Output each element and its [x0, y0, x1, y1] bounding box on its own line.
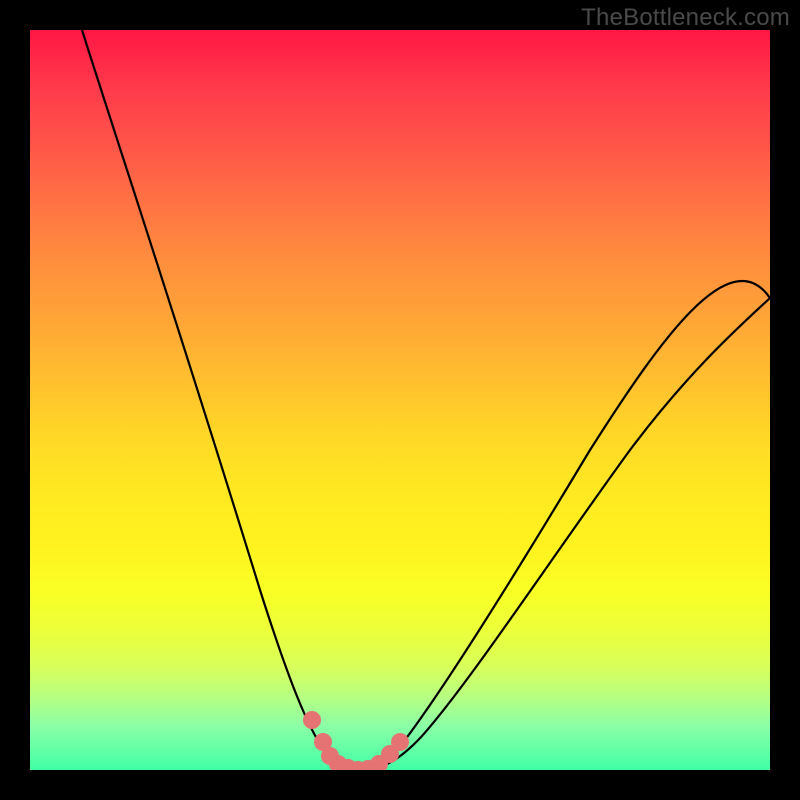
bottleneck-curve-right	[360, 298, 770, 770]
bottleneck-curve	[82, 30, 770, 770]
plot-area	[30, 30, 770, 770]
curve-layer	[30, 30, 770, 770]
optimal-markers	[303, 711, 409, 770]
watermark-text: TheBottleneck.com	[581, 4, 790, 32]
chart-frame: TheBottleneck.com	[0, 0, 800, 800]
